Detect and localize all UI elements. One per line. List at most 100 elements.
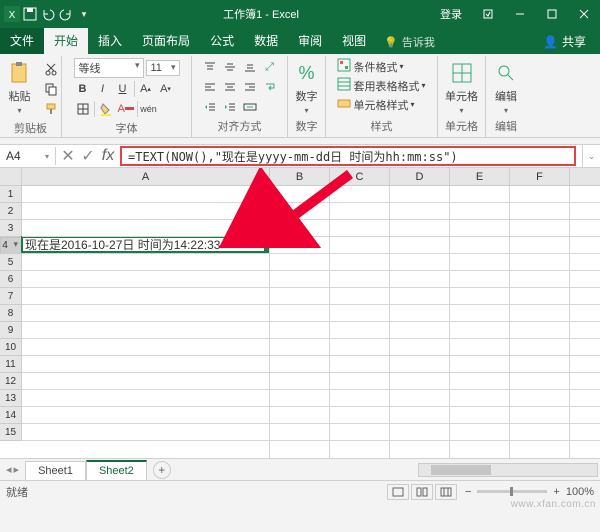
tab-file[interactable]: 文件 xyxy=(0,28,44,54)
row-header[interactable]: 10 xyxy=(0,339,21,356)
align-right-icon[interactable] xyxy=(241,78,259,96)
close-icon[interactable] xyxy=(568,0,600,28)
sheet-tab-1[interactable]: Sheet1 xyxy=(25,461,86,480)
tab-review[interactable]: 审阅 xyxy=(288,28,332,54)
zoom-out-icon[interactable]: − xyxy=(465,486,471,498)
phonetic-icon[interactable]: wén xyxy=(140,100,158,118)
row-header[interactable]: 7 xyxy=(0,288,21,305)
col-header[interactable]: C xyxy=(330,168,390,185)
font-size-select[interactable]: 11 xyxy=(146,60,180,76)
find-icon xyxy=(493,60,519,86)
increase-font-icon[interactable]: A▴ xyxy=(137,80,155,98)
zoom-slider[interactable] xyxy=(477,490,547,493)
row-header[interactable]: 15 xyxy=(0,424,21,441)
minimize-icon[interactable] xyxy=(504,0,536,28)
formula-bar[interactable]: =TEXT(NOW(),"现在是yyyy-mm-dd日 时间为hh:mm:ss"… xyxy=(122,146,574,167)
conditional-format-button[interactable]: 条件格式▾ xyxy=(337,58,425,75)
decrease-indent-icon[interactable] xyxy=(201,98,219,116)
save-icon[interactable] xyxy=(22,6,38,22)
redo-icon[interactable] xyxy=(58,6,74,22)
sheet-nav-next-icon[interactable]: ▸ xyxy=(14,463,20,476)
tab-layout[interactable]: 页面布局 xyxy=(132,28,200,54)
font-color-icon[interactable]: A xyxy=(117,100,135,118)
row-header[interactable]: 14 xyxy=(0,407,21,424)
chevron-down-icon: ▾ xyxy=(304,106,308,115)
align-left-icon[interactable] xyxy=(201,78,219,96)
fx-icon[interactable]: fx xyxy=(100,148,116,164)
h-scrollbar[interactable] xyxy=(418,463,598,477)
row-header[interactable]: 13 xyxy=(0,390,21,407)
zoom-in-icon[interactable]: + xyxy=(553,486,559,498)
expand-formula-icon[interactable]: ⌄ xyxy=(582,145,600,167)
table-format-icon xyxy=(337,77,351,94)
enter-icon[interactable]: ✓ xyxy=(80,148,96,164)
orientation-icon[interactable]: ⤢ xyxy=(261,58,279,76)
row-header[interactable]: 9 xyxy=(0,322,21,339)
tab-insert[interactable]: 插入 xyxy=(88,28,132,54)
col-header[interactable]: A xyxy=(22,168,270,185)
sheet-nav-prev-icon[interactable]: ◂ xyxy=(6,463,12,476)
maximize-icon[interactable] xyxy=(536,0,568,28)
tab-view[interactable]: 视图 xyxy=(332,28,376,54)
italic-button[interactable]: I xyxy=(94,80,112,98)
undo-icon[interactable] xyxy=(40,6,56,22)
col-header[interactable]: E xyxy=(450,168,510,185)
page-break-view-icon[interactable] xyxy=(435,484,457,500)
align-center-icon[interactable] xyxy=(221,78,239,96)
align-top-icon[interactable] xyxy=(201,58,219,76)
row-header[interactable]: 6 xyxy=(0,271,21,288)
editing-button[interactable]: 编辑▾ xyxy=(488,58,524,115)
zoom-level[interactable]: 100% xyxy=(566,486,594,498)
cancel-icon[interactable]: ✕ xyxy=(60,148,76,164)
active-cell[interactable]: 现在是2016-10-27日 时间为14:22:33 xyxy=(21,236,269,253)
increase-indent-icon[interactable] xyxy=(221,98,239,116)
row-header[interactable]: 3 xyxy=(0,220,21,237)
cell-style-button[interactable]: 单元格样式▾ xyxy=(337,96,425,113)
group-clipboard: 剪贴板 xyxy=(14,118,47,139)
format-painter-icon[interactable] xyxy=(42,100,60,118)
align-middle-icon[interactable] xyxy=(221,58,239,76)
border-icon[interactable] xyxy=(74,100,92,118)
copy-icon[interactable] xyxy=(42,80,60,98)
row-header[interactable]: 5 xyxy=(0,254,21,271)
row-header[interactable]: 11 xyxy=(0,356,21,373)
normal-view-icon[interactable] xyxy=(387,484,409,500)
cut-icon[interactable] xyxy=(42,60,60,78)
share-icon: 👤 xyxy=(543,35,558,49)
row-header[interactable]: 2 xyxy=(0,203,21,220)
font-name-select[interactable]: 等线 xyxy=(74,58,144,78)
qat-more-icon[interactable]: ▾ xyxy=(76,6,92,22)
wrap-text-icon[interactable] xyxy=(261,78,279,96)
share-button[interactable]: 👤共享 xyxy=(529,29,600,54)
decrease-font-icon[interactable]: A▾ xyxy=(157,80,175,98)
bold-button[interactable]: B xyxy=(74,80,92,98)
col-header[interactable]: B xyxy=(270,168,330,185)
sheet-tab-2[interactable]: Sheet2 xyxy=(86,460,147,480)
row-header[interactable]: 4 xyxy=(0,237,22,254)
underline-button[interactable]: U xyxy=(114,80,132,98)
row-header[interactable]: 8 xyxy=(0,305,21,322)
login-link[interactable]: 登录 xyxy=(430,6,472,22)
cells-button[interactable]: 单元格▾ xyxy=(444,58,480,115)
tab-home[interactable]: 开始 xyxy=(44,28,88,54)
merge-icon[interactable] xyxy=(241,98,259,116)
group-font: 字体 xyxy=(116,118,138,139)
row-header[interactable]: 12 xyxy=(0,373,21,390)
chevron-down-icon: ▾ xyxy=(17,106,21,115)
tellme[interactable]: 💡告诉我 xyxy=(376,30,529,54)
fill-color-icon[interactable] xyxy=(97,100,115,118)
page-layout-view-icon[interactable] xyxy=(411,484,433,500)
col-header[interactable]: F xyxy=(510,168,570,185)
paste-button[interactable]: 粘贴 ▾ xyxy=(2,58,38,115)
select-all-corner[interactable] xyxy=(0,168,22,186)
ribbon-options-icon[interactable] xyxy=(472,0,504,28)
align-bottom-icon[interactable] xyxy=(241,58,259,76)
col-header[interactable]: D xyxy=(390,168,450,185)
tab-formulas[interactable]: 公式 xyxy=(200,28,244,54)
name-box[interactable]: A4 xyxy=(0,147,56,165)
table-format-button[interactable]: 套用表格格式▾ xyxy=(337,77,425,94)
tab-data[interactable]: 数据 xyxy=(244,28,288,54)
add-sheet-button[interactable]: + xyxy=(153,461,171,479)
number-button[interactable]: % 数字 ▾ xyxy=(289,58,325,115)
row-header[interactable]: 1 xyxy=(0,186,21,203)
